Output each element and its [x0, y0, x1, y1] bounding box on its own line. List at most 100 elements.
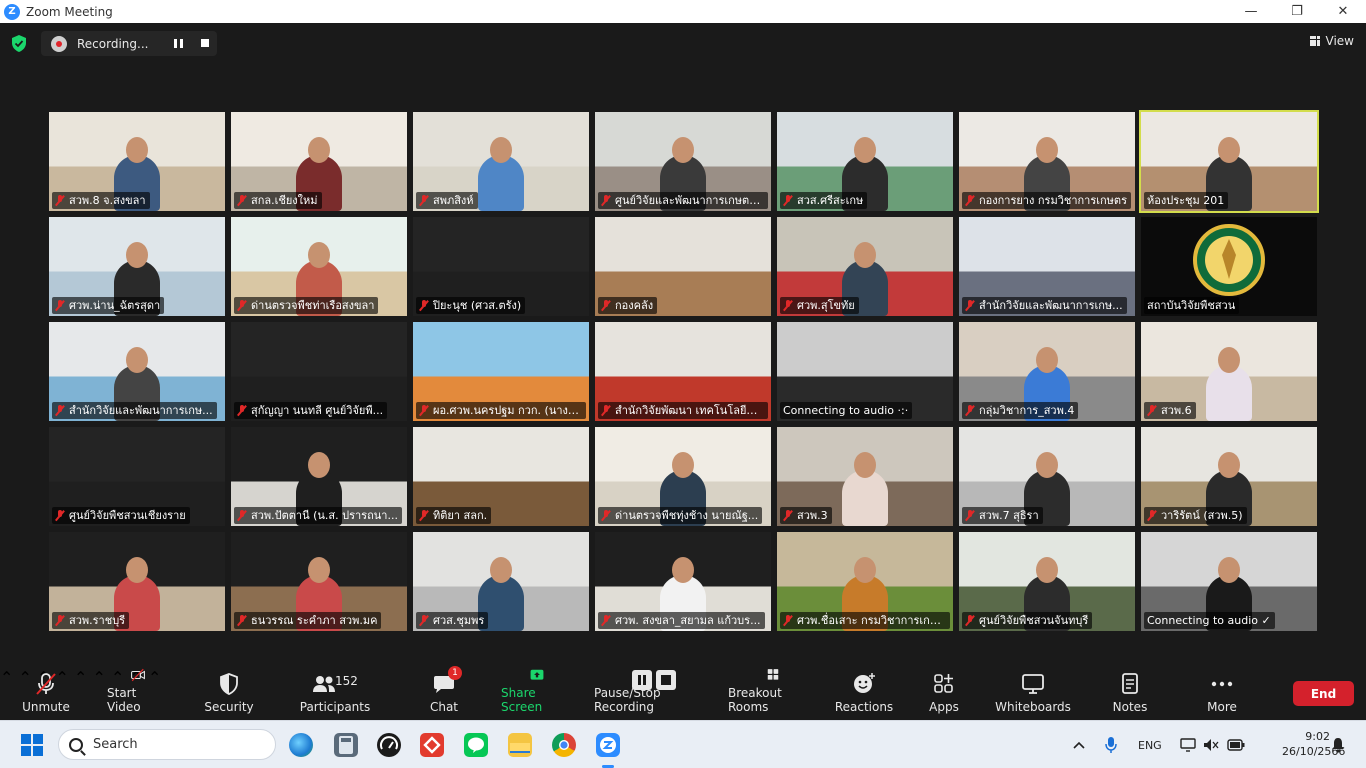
- participant-tile[interactable]: กองคลัง: [595, 217, 771, 316]
- recording-indicator: Recording...: [41, 31, 217, 56]
- participant-tile[interactable]: ศูนย์วิจัยพืชสวนเชียงราย: [49, 427, 225, 526]
- maximize-button[interactable]: ❐: [1274, 0, 1320, 23]
- pause-stop-recording-button[interactable]: Pause/Stop Recording: [594, 668, 714, 720]
- participant-tile[interactable]: ด่านตรวจพืชทุ่งช้าง นายณัฐ...: [595, 427, 771, 526]
- more-label: More: [1207, 700, 1237, 714]
- share-chevron-up-icon[interactable]: ⌃: [74, 668, 87, 687]
- notes-button[interactable]: Notes: [1110, 668, 1150, 720]
- participant-tile[interactable]: ศูนย์วิจัยพืชสวนจันทบุรี: [959, 532, 1135, 631]
- anydesk-app-icon[interactable]: [420, 733, 444, 757]
- participant-tile[interactable]: ปิยะนุช (ศวส.ตรัง): [413, 217, 589, 316]
- participant-tile[interactable]: สพภสิงห์: [413, 112, 589, 211]
- speaker-muted-icon[interactable]: [1203, 721, 1219, 768]
- participant-name-label: สถาบันวิจัยพืชสวน: [1144, 297, 1240, 314]
- audio-options-chevron-up-icon[interactable]: ⌃: [0, 668, 13, 687]
- chat-label: Chat: [429, 700, 459, 714]
- apps-label: Apps: [929, 700, 959, 714]
- video-off-icon: [131, 668, 145, 682]
- taskbar-clock[interactable]: 9:02 26/10/2566: [1282, 729, 1345, 759]
- share-screen-button[interactable]: Share Screen: [501, 668, 573, 720]
- participant-tile[interactable]: สวพ.6: [1141, 322, 1317, 421]
- chat-button[interactable]: 1 Chat: [426, 666, 462, 720]
- participant-tile[interactable]: ธนวรรณ ระคำภา สวพ.มค: [231, 532, 407, 631]
- participant-tile[interactable]: สำนักวิจัยและพัฒนาการเกษ...: [959, 217, 1135, 316]
- participant-name-label: Connecting to audio ✓: [1144, 612, 1275, 629]
- participant-tile[interactable]: ศูนย์วิจัยและพัฒนาการเกษตร...: [595, 112, 771, 211]
- participant-tile[interactable]: ศวพ. สงขลา_สยามล แก้วบร...: [595, 532, 771, 631]
- participant-tile[interactable]: ด่านตรวจพืชท่าเรือสงขลา: [231, 217, 407, 316]
- participant-name-label: สวพ.6: [1144, 402, 1196, 419]
- pause-recording-icon[interactable]: [174, 39, 183, 48]
- participants-button[interactable]: 152 Participants: [300, 668, 371, 720]
- participant-tile[interactable]: ศวพ.น่าน_ฉัตรสุดา: [49, 217, 225, 316]
- close-button[interactable]: ✕: [1320, 0, 1366, 23]
- battery-icon[interactable]: [1227, 721, 1245, 768]
- participant-tile[interactable]: สกล.เชียงใหม่: [231, 112, 407, 211]
- weather-widget-icon[interactable]: [289, 733, 313, 757]
- participant-name: กองคลัง: [615, 299, 654, 312]
- muted-microphone-icon: [783, 615, 793, 626]
- participant-tile[interactable]: สุกัญญา นนทลี ศูนย์วิจัยพื...: [231, 322, 407, 421]
- minimize-button[interactable]: —: [1228, 0, 1274, 23]
- reactions-button[interactable]: Reactions: [835, 668, 893, 720]
- participant-tile[interactable]: กลุ่มวิชาการ_สวพ.4: [959, 322, 1135, 421]
- participant-tile[interactable]: สวพ.ปัตตานี (น.ส. ปรารถนา...: [231, 427, 407, 526]
- recording-label: Recording...: [77, 36, 149, 51]
- participant-tile[interactable]: ศวพ.ชื่อเสาะ กรมวิชาการเกษ...: [777, 532, 953, 631]
- participant-tile[interactable]: สำนักวิจัยและพัฒนาการเกษ...: [49, 322, 225, 421]
- participant-tile[interactable]: สำนักวิจัยพัฒนา เทคโนโลยีชี...: [595, 322, 771, 421]
- more-button[interactable]: More: [1200, 668, 1244, 720]
- participant-tile[interactable]: Connecting to audio ✓: [1141, 532, 1317, 631]
- breakout-rooms-button[interactable]: Breakout Rooms: [728, 668, 818, 720]
- whiteboards-button[interactable]: Whiteboards: [995, 668, 1071, 720]
- view-button[interactable]: View: [1309, 34, 1354, 48]
- participant-tile[interactable]: Connecting to audio ·:·: [777, 322, 953, 421]
- encryption-shield-icon[interactable]: [11, 35, 27, 52]
- apps-button[interactable]: Apps: [924, 668, 964, 720]
- participant-name: สวพ.8 จ.สงขลา: [69, 194, 146, 207]
- end-meeting-button[interactable]: End: [1293, 681, 1354, 706]
- network-monitor-icon[interactable]: [1180, 721, 1196, 768]
- participant-tile[interactable]: ห้องประชุม 201: [1139, 110, 1319, 213]
- participant-tile[interactable]: สวพ.8 จ.สงขลา: [49, 112, 225, 211]
- participant-tile[interactable]: สวพ.7 สุธิรา: [959, 427, 1135, 526]
- participant-name: ศูนย์วิจัยและพัฒนาการเกษตร...: [615, 194, 764, 207]
- line-app-icon[interactable]: [464, 733, 488, 757]
- participant-tile[interactable]: ทิติยา สลก.: [413, 427, 589, 526]
- meeting-toolbar: Unmute ⌃ Start Video ⌃ Security 152 Part…: [0, 666, 1366, 720]
- participant-name-label: ศวพ. สงขลา_สยามล แก้วบร...: [598, 612, 765, 629]
- microphone-tray-icon[interactable]: [1104, 721, 1118, 768]
- reactions-chevron-up-icon[interactable]: ⌃: [93, 668, 106, 687]
- notifications-bell-icon[interactable]: [1331, 721, 1345, 768]
- zoom-window: Z Zoom Meeting — ❐ ✕ Recording... View ส…: [0, 0, 1366, 768]
- speedometer-app-icon[interactable]: [377, 733, 401, 757]
- participant-tile[interactable]: ผอ.ศวพ.นครปฐม กวก. (นางเ...: [413, 322, 589, 421]
- calculator-app-icon[interactable]: [334, 733, 358, 757]
- participant-tile[interactable]: ศวพ.สุโขทัย: [777, 217, 953, 316]
- participant-silhouette: [478, 137, 524, 211]
- taskbar-search-box[interactable]: Search: [58, 729, 276, 760]
- muted-microphone-icon: [55, 300, 65, 311]
- participant-tile[interactable]: สวพ.3: [777, 427, 953, 526]
- participant-tile[interactable]: สวพ.ราชบุรี: [49, 532, 225, 631]
- stop-recording-icon[interactable]: [201, 39, 209, 47]
- security-button[interactable]: Security: [204, 668, 254, 720]
- participant-name: สกล.เชียงใหม่: [251, 194, 318, 207]
- chrome-browser-icon[interactable]: [552, 733, 576, 757]
- show-hidden-icons-chevron[interactable]: [1072, 721, 1086, 768]
- participant-tile[interactable]: กองการยาง กรมวิชาการเกษตร: [959, 112, 1135, 211]
- muted-microphone-icon: [1147, 510, 1157, 521]
- search-icon: [69, 737, 83, 752]
- participant-tile[interactable]: สวส.ศรีสะเกษ: [777, 112, 953, 211]
- unmute-button[interactable]: Unmute: [22, 668, 70, 720]
- participant-tile[interactable]: สถาบันวิจัยพืชสวน: [1141, 217, 1317, 316]
- file-explorer-icon[interactable]: [508, 733, 532, 757]
- participant-tile[interactable]: วาริรัตน์ (สวพ.5): [1141, 427, 1317, 526]
- participant-tile[interactable]: ศวส.ชุมพร: [413, 532, 589, 631]
- input-language-indicator[interactable]: ENG: [1138, 721, 1162, 768]
- zoom-app-taskbar-icon[interactable]: [596, 733, 620, 757]
- view-label: View: [1325, 34, 1354, 48]
- participant-name: ศูนย์วิจัยพืชสวนเชียงราย: [69, 509, 186, 522]
- windows-start-icon[interactable]: [21, 734, 43, 756]
- start-video-button[interactable]: Start Video: [107, 668, 169, 720]
